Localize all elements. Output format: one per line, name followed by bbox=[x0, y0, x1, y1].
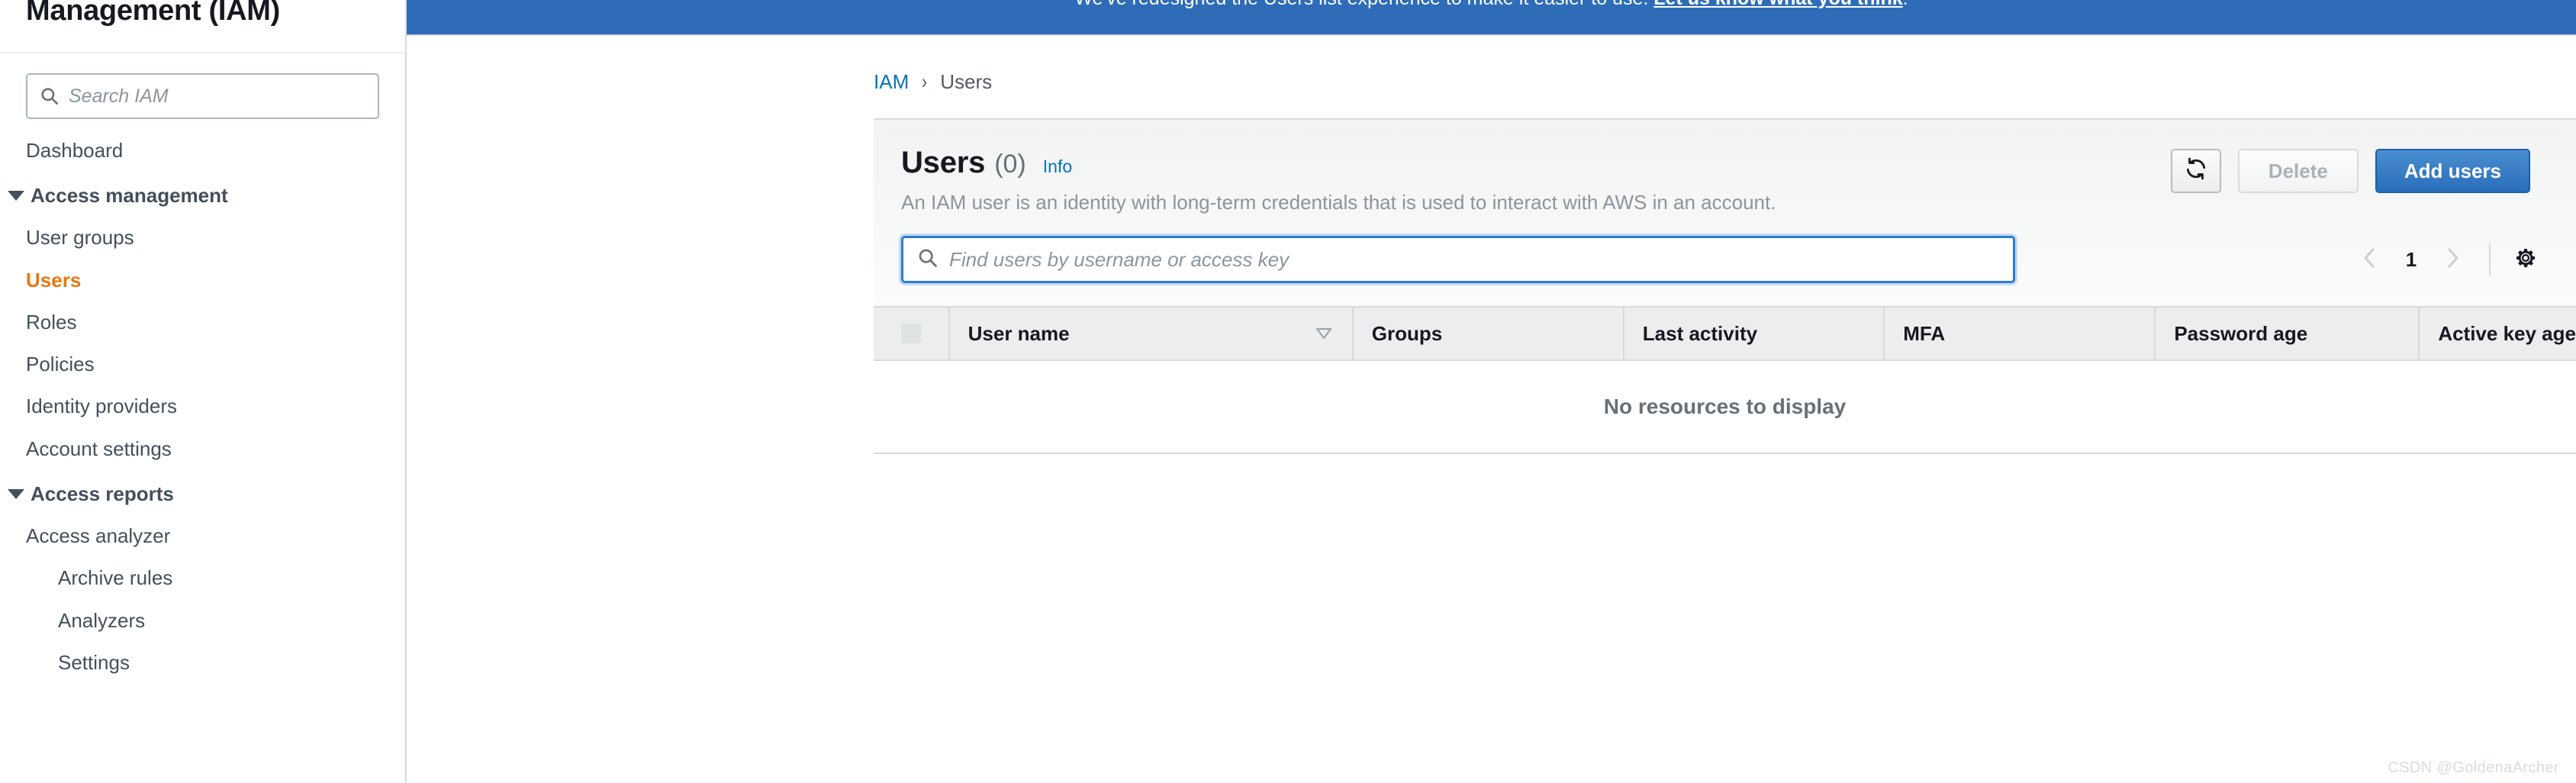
sidebar-item-roles[interactable]: Roles bbox=[0, 301, 405, 343]
sidebar-nav-list: Dashboard Access management User groups … bbox=[0, 119, 405, 684]
refresh-icon bbox=[2185, 157, 2207, 185]
toolbar-divider bbox=[2489, 243, 2491, 276]
chevron-left-icon bbox=[2361, 246, 2379, 274]
page-description: An IAM user is an identity with long-ter… bbox=[901, 191, 1776, 214]
page-title: Users bbox=[901, 146, 986, 179]
users-count: (0) bbox=[994, 150, 1026, 179]
find-users-input[interactable] bbox=[939, 247, 2013, 272]
column-label: Groups bbox=[1371, 321, 1443, 345]
watermark: CSDN @GoldenaArcher bbox=[2388, 759, 2559, 776]
banner-text-after: . bbox=[1903, 0, 1908, 9]
sidebar-search-wrap bbox=[0, 53, 405, 119]
banner-text: We've redesigned the Users list experien… bbox=[1074, 0, 1648, 9]
sidebar-title: Management (IAM) bbox=[26, 0, 280, 27]
sidebar-item-archive-rules[interactable]: Archive rules bbox=[0, 557, 405, 599]
table-settings-button[interactable] bbox=[2507, 241, 2544, 278]
sidebar-item-identity-providers[interactable]: Identity providers bbox=[0, 385, 405, 427]
search-input[interactable] bbox=[60, 85, 378, 108]
filter-right-controls: 1 bbox=[2350, 240, 2544, 279]
sidebar-item-settings[interactable]: Settings bbox=[0, 642, 405, 684]
breadcrumb-current-users: Users bbox=[940, 70, 993, 93]
pagination-page-1[interactable]: 1 bbox=[2394, 248, 2428, 272]
column-header-user-name[interactable]: User name bbox=[948, 306, 1352, 361]
redesign-banner: We've redesigned the Users list experien… bbox=[407, 0, 2576, 34]
column-header-active-key-age[interactable]: Active key age bbox=[2418, 306, 2576, 361]
pagination-prev-button[interactable] bbox=[2350, 240, 2390, 279]
table-bottom-border bbox=[874, 453, 2576, 454]
sort-descending-icon bbox=[1314, 322, 1334, 346]
table-empty-state: No resources to display bbox=[874, 361, 2576, 453]
main-content: We've redesigned the Users list experien… bbox=[407, 0, 2576, 783]
info-link[interactable]: Info bbox=[1043, 156, 1072, 177]
column-label: MFA bbox=[1903, 321, 1946, 345]
sidebar-search-box[interactable] bbox=[26, 73, 379, 119]
search-icon bbox=[40, 86, 60, 106]
column-label: User name bbox=[968, 321, 1070, 345]
sidebar-title-wrap: Management (IAM) bbox=[0, 0, 405, 37]
iam-users-page: Management (IAM) Dashboard Access manage… bbox=[0, 0, 2576, 783]
empty-state-message: No resources to display bbox=[1603, 395, 1847, 418]
chevron-right-icon bbox=[2443, 246, 2462, 274]
column-header-last-activity[interactable]: Last activity bbox=[1622, 306, 1883, 361]
sidebar-item-policies[interactable]: Policies bbox=[0, 343, 405, 385]
sidebar-item-analyzers[interactable]: Analyzers bbox=[0, 600, 405, 642]
sidebar-section-label: Access reports bbox=[31, 482, 174, 506]
sidebar: Management (IAM) Dashboard Access manage… bbox=[0, 0, 407, 783]
column-label: Active key age bbox=[2438, 321, 2576, 345]
select-all-checkbox[interactable] bbox=[900, 324, 921, 343]
filter-row: 1 bbox=[874, 214, 2576, 306]
caret-down-icon bbox=[8, 191, 24, 201]
panel-title-block: Users (0) Info An IAM user is an identit… bbox=[901, 146, 2171, 214]
sidebar-item-account-settings[interactable]: Account settings bbox=[0, 428, 405, 470]
gear-icon bbox=[2513, 246, 2538, 274]
sidebar-item-users[interactable]: Users bbox=[0, 259, 405, 301]
table-header-row: User name Groups Last activity MFA Passw… bbox=[874, 306, 2576, 361]
panel-header-row: Users (0) Info An IAM user is an identit… bbox=[874, 146, 2576, 214]
panel-header: Users (0) Info An IAM user is an identit… bbox=[874, 118, 2576, 306]
add-users-button[interactable]: Add users bbox=[2375, 149, 2530, 193]
banner-inner: We've redesigned the Users list experien… bbox=[1074, 0, 1908, 10]
breadcrumb: IAM › Users bbox=[407, 37, 2576, 94]
sidebar-section-access-management[interactable]: Access management bbox=[0, 172, 405, 217]
sidebar-item-user-groups[interactable]: User groups bbox=[0, 217, 405, 259]
refresh-button[interactable] bbox=[2170, 149, 2221, 193]
sidebar-item-access-analyzer[interactable]: Access analyzer bbox=[0, 515, 405, 557]
caret-down-icon bbox=[8, 489, 24, 500]
column-header-groups[interactable]: Groups bbox=[1351, 306, 1623, 361]
select-all-cell[interactable] bbox=[874, 306, 948, 361]
search-icon bbox=[917, 247, 939, 272]
find-users-field[interactable] bbox=[901, 236, 2015, 283]
sidebar-item-dashboard[interactable]: Dashboard bbox=[0, 130, 405, 172]
column-header-password-age[interactable]: Password age bbox=[2154, 306, 2418, 361]
column-label: Password age bbox=[2174, 321, 2308, 345]
sidebar-section-access-reports[interactable]: Access reports bbox=[0, 470, 405, 515]
breadcrumb-separator-icon: › bbox=[922, 70, 928, 93]
sidebar-section-label: Access management bbox=[31, 184, 228, 208]
panel-title-line: Users (0) Info bbox=[901, 146, 2171, 180]
banner-feedback-link[interactable]: Let us know what you think bbox=[1653, 0, 1902, 9]
pagination: 1 bbox=[2350, 240, 2472, 279]
column-header-mfa[interactable]: MFA bbox=[1883, 306, 2154, 361]
pagination-next-button[interactable] bbox=[2433, 240, 2472, 279]
column-label: Last activity bbox=[1642, 321, 1758, 345]
panel-actions: Delete Add users bbox=[2170, 146, 2530, 193]
delete-button[interactable]: Delete bbox=[2237, 149, 2359, 193]
breadcrumb-link-iam[interactable]: IAM bbox=[874, 70, 909, 94]
users-panel: Users (0) Info An IAM user is an identit… bbox=[874, 118, 2576, 454]
